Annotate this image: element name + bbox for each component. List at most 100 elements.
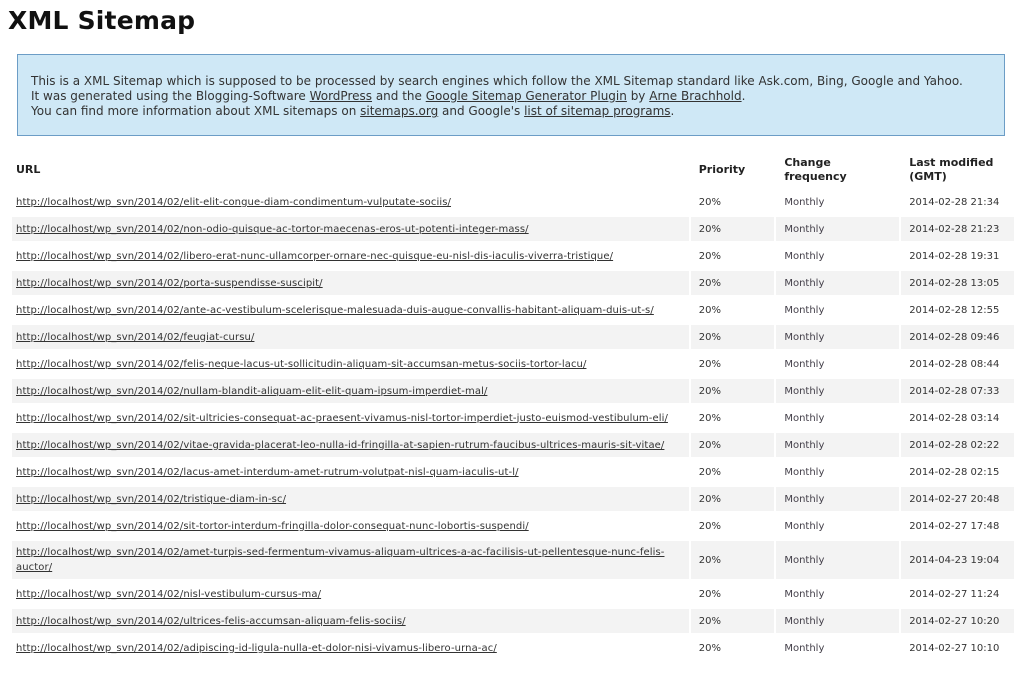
page-title: XML Sitemap bbox=[8, 6, 196, 35]
priority-cell: 20% bbox=[690, 217, 775, 244]
sitemap-programs-link[interactable]: list of sitemap programs bbox=[524, 104, 670, 118]
url-link[interactable]: http://localhost/wp_svn/2014/02/feugiat-… bbox=[16, 332, 254, 343]
url-link[interactable]: http://localhost/wp_svn/2014/02/nullam-b… bbox=[16, 386, 487, 397]
url-link[interactable]: http://localhost/wp_svn/2014/02/nisl-ves… bbox=[16, 589, 321, 600]
intro-line-1: This is a XML Sitemap which is supposed … bbox=[31, 74, 1004, 89]
change-frequency-cell: Monthly bbox=[776, 244, 900, 271]
change-frequency-cell: Monthly bbox=[776, 460, 900, 487]
url-link[interactable]: http://localhost/wp_svn/2014/02/non-odio… bbox=[16, 224, 529, 235]
url-link[interactable]: http://localhost/wp_svn/2014/02/elit-eli… bbox=[16, 197, 451, 208]
url-link[interactable]: http://localhost/wp_svn/2014/02/lacus-am… bbox=[16, 467, 519, 478]
priority-cell: 20% bbox=[690, 514, 775, 541]
header-change-frequency: Change frequency bbox=[784, 155, 847, 183]
change-frequency-cell: Monthly bbox=[776, 487, 900, 514]
table-row: http://localhost/wp_svn/2014/02/sit-ultr… bbox=[12, 406, 1014, 433]
last-modified-cell: 2014-02-27 10:10 bbox=[901, 636, 1014, 663]
priority-cell: 20% bbox=[690, 609, 775, 636]
url-link[interactable]: http://localhost/wp_svn/2014/02/porta-su… bbox=[16, 278, 323, 289]
url-link[interactable]: http://localhost/wp_svn/2014/02/vitae-gr… bbox=[16, 440, 664, 451]
change-frequency-cell: Monthly bbox=[776, 217, 900, 244]
priority-cell: 20% bbox=[690, 636, 775, 663]
intro-text: by bbox=[626, 89, 650, 103]
intro-text: . bbox=[670, 104, 675, 118]
table-row: http://localhost/wp_svn/2014/02/porta-su… bbox=[12, 271, 1014, 298]
table-row: http://localhost/wp_svn/2014/02/nisl-ves… bbox=[12, 582, 1014, 609]
last-modified-cell: 2014-02-28 03:14 bbox=[901, 406, 1014, 433]
table-row: http://localhost/wp_svn/2014/02/sit-tort… bbox=[12, 514, 1014, 541]
url-cell: http://localhost/wp_svn/2014/02/elit-eli… bbox=[12, 190, 689, 217]
last-modified-cell: 2014-02-27 17:48 bbox=[901, 514, 1014, 541]
url-link[interactable]: http://localhost/wp_svn/2014/02/sit-ultr… bbox=[16, 413, 668, 424]
url-cell: http://localhost/wp_svn/2014/02/feugiat-… bbox=[12, 325, 689, 352]
table-row: http://localhost/wp_svn/2014/02/amet-tur… bbox=[12, 541, 1014, 582]
url-link[interactable]: http://localhost/wp_svn/2014/02/adipisci… bbox=[16, 643, 497, 654]
url-cell: http://localhost/wp_svn/2014/02/felis-ne… bbox=[12, 352, 689, 379]
table-row: http://localhost/wp_svn/2014/02/non-odio… bbox=[12, 217, 1014, 244]
change-frequency-cell: Monthly bbox=[776, 271, 900, 298]
sitemap-generator-plugin-link[interactable]: Google Sitemap Generator Plugin bbox=[426, 89, 627, 103]
table-row: http://localhost/wp_svn/2014/02/ante-ac-… bbox=[12, 298, 1014, 325]
priority-cell: 20% bbox=[690, 582, 775, 609]
priority-cell: 20% bbox=[690, 433, 775, 460]
intro-text: and the bbox=[372, 89, 426, 103]
change-frequency-cell: Monthly bbox=[776, 609, 900, 636]
table-row: http://localhost/wp_svn/2014/02/tristiqu… bbox=[12, 487, 1014, 514]
last-modified-cell: 2014-02-28 02:15 bbox=[901, 460, 1014, 487]
change-frequency-cell: Monthly bbox=[776, 352, 900, 379]
intro-text: This is a XML Sitemap which is supposed … bbox=[31, 74, 963, 88]
intro-box: This is a XML Sitemap which is supposed … bbox=[17, 54, 1005, 136]
url-cell: http://localhost/wp_svn/2014/02/libero-e… bbox=[12, 244, 689, 271]
wordpress-link[interactable]: WordPress bbox=[310, 89, 372, 103]
url-cell: http://localhost/wp_svn/2014/02/lacus-am… bbox=[12, 460, 689, 487]
last-modified-cell: 2014-02-27 20:48 bbox=[901, 487, 1014, 514]
url-cell: http://localhost/wp_svn/2014/02/tristiqu… bbox=[12, 487, 689, 514]
priority-cell: 20% bbox=[690, 406, 775, 433]
url-link[interactable]: http://localhost/wp_svn/2014/02/amet-tur… bbox=[16, 547, 664, 573]
intro-text: You can find more information about XML … bbox=[31, 104, 361, 118]
last-modified-cell: 2014-02-27 10:20 bbox=[901, 609, 1014, 636]
priority-cell: 20% bbox=[690, 298, 775, 325]
last-modified-cell: 2014-02-28 13:05 bbox=[901, 271, 1014, 298]
url-link[interactable]: http://localhost/wp_svn/2014/02/tristiqu… bbox=[16, 494, 286, 505]
priority-cell: 20% bbox=[690, 460, 775, 487]
last-modified-cell: 2014-04-23 19:04 bbox=[901, 541, 1014, 582]
url-cell: http://localhost/wp_svn/2014/02/ante-ac-… bbox=[12, 298, 689, 325]
priority-cell: 20% bbox=[690, 325, 775, 352]
url-link[interactable]: http://localhost/wp_svn/2014/02/ante-ac-… bbox=[16, 305, 654, 316]
url-cell: http://localhost/wp_svn/2014/02/sit-tort… bbox=[12, 514, 689, 541]
table-row: http://localhost/wp_svn/2014/02/lacus-am… bbox=[12, 460, 1014, 487]
last-modified-cell: 2014-02-28 08:44 bbox=[901, 352, 1014, 379]
url-link[interactable]: http://localhost/wp_svn/2014/02/ultrices… bbox=[16, 616, 406, 627]
header-priority: Priority bbox=[698, 162, 746, 176]
change-frequency-cell: Monthly bbox=[776, 190, 900, 217]
table-row: http://localhost/wp_svn/2014/02/vitae-gr… bbox=[12, 433, 1014, 460]
table-row: http://localhost/wp_svn/2014/02/adipisci… bbox=[12, 636, 1014, 663]
table-row: http://localhost/wp_svn/2014/02/feugiat-… bbox=[12, 325, 1014, 352]
change-frequency-cell: Monthly bbox=[776, 325, 900, 352]
change-frequency-cell: Monthly bbox=[776, 636, 900, 663]
last-modified-cell: 2014-02-28 02:22 bbox=[901, 433, 1014, 460]
priority-cell: 20% bbox=[690, 541, 775, 582]
change-frequency-cell: Monthly bbox=[776, 541, 900, 582]
change-frequency-cell: Monthly bbox=[776, 582, 900, 609]
author-link[interactable]: Arne Brachhold bbox=[649, 89, 741, 103]
table-row: http://localhost/wp_svn/2014/02/ultrices… bbox=[12, 609, 1014, 636]
priority-cell: 20% bbox=[690, 352, 775, 379]
intro-text: . bbox=[741, 89, 746, 103]
intro-text: and Google's bbox=[438, 104, 525, 118]
sitemaps-org-link[interactable]: sitemaps.org bbox=[360, 104, 438, 118]
url-cell: http://localhost/wp_svn/2014/02/adipisci… bbox=[12, 636, 689, 663]
last-modified-cell: 2014-02-27 11:24 bbox=[901, 582, 1014, 609]
priority-cell: 20% bbox=[690, 271, 775, 298]
last-modified-cell: 2014-02-28 12:55 bbox=[901, 298, 1014, 325]
last-modified-cell: 2014-02-28 19:31 bbox=[901, 244, 1014, 271]
url-link[interactable]: http://localhost/wp_svn/2014/02/libero-e… bbox=[16, 251, 613, 262]
priority-cell: 20% bbox=[690, 379, 775, 406]
intro-text: It was generated using the Blogging-Soft… bbox=[31, 89, 310, 103]
priority-cell: 20% bbox=[690, 190, 775, 217]
url-cell: http://localhost/wp_svn/2014/02/ultrices… bbox=[12, 609, 689, 636]
url-link[interactable]: http://localhost/wp_svn/2014/02/felis-ne… bbox=[16, 359, 586, 370]
url-cell: http://localhost/wp_svn/2014/02/vitae-gr… bbox=[12, 433, 689, 460]
last-modified-cell: 2014-02-28 21:34 bbox=[901, 190, 1014, 217]
url-link[interactable]: http://localhost/wp_svn/2014/02/sit-tort… bbox=[16, 521, 529, 532]
